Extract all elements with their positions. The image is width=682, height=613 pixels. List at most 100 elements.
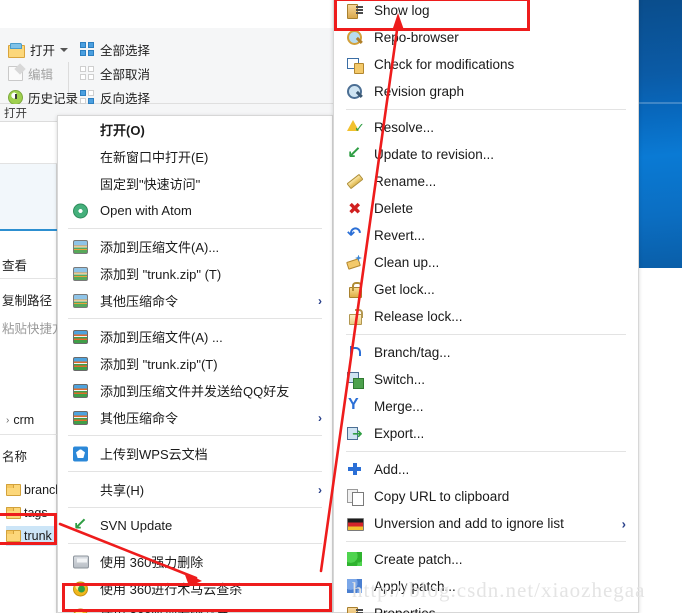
left-item-copy-path[interactable]: 复制路径 <box>2 290 52 309</box>
trunk-highlight-box <box>0 513 57 545</box>
add-icon <box>347 462 363 478</box>
screenshot-root: 打开 编辑 历史记录 全部选择 全部取消 反向选择 打开 查看 复制路径 粘贴快… <box>0 0 682 613</box>
menu-item-上传到wps云文档[interactable]: 上传到WPS云文档 <box>58 440 332 467</box>
menu-item-label: Check for modifications <box>374 57 515 72</box>
winrar2-icon <box>73 410 88 425</box>
left-item-view[interactable]: 查看 <box>2 255 27 274</box>
submenu-arrow-icon: › <box>318 293 322 308</box>
menu-item-添加到-trunk-zipt[interactable]: 添加到 "trunk.zip"(T) <box>58 350 332 377</box>
menu-item-添加到压缩文件a[interactable]: 添加到压缩文件(A) ... <box>58 323 332 350</box>
submenu-item-branch-tag[interactable]: Branch/tag... <box>334 339 638 366</box>
select-none-icon <box>80 66 95 81</box>
menu-item-使用-360强力删除[interactable]: 使用 360强力删除 <box>58 548 332 575</box>
menu-item-label: Revert... <box>374 228 426 243</box>
menu-separator <box>346 541 626 542</box>
submenu-item-revert[interactable]: Revert... <box>334 222 638 249</box>
cleanup-icon <box>347 255 363 271</box>
menu-item-label: 固定到"快速访问" <box>100 177 201 192</box>
menu-item-添加到压缩文件并发送给qq好友[interactable]: 添加到压缩文件并发送给QQ好友 <box>58 377 332 404</box>
desktop-wallpaper <box>636 0 682 268</box>
menu-item-label: Resolve... <box>374 120 435 135</box>
menu-item-添加到压缩文件a[interactable]: 添加到压缩文件(A)... <box>58 233 332 260</box>
menu-item-label: Clean up... <box>374 255 440 270</box>
ribbon-open-button[interactable]: 打开 <box>8 40 69 59</box>
submenu-item-unversion-and-add-to-ignore-list[interactable]: Unversion and add to ignore list › <box>334 510 638 537</box>
submenu-item-merge[interactable]: Merge... <box>334 393 638 420</box>
menu-item-label: Copy URL to clipboard <box>374 489 510 504</box>
ribbon-group-label: 打开 <box>4 108 27 120</box>
menu-item-label: 打开(O) <box>100 123 145 138</box>
repo-browser-icon <box>347 29 363 46</box>
submenu-item-export[interactable]: Export... <box>334 420 638 447</box>
menu-item-label: 添加到压缩文件(A) ... <box>100 330 223 345</box>
history-icon <box>8 90 23 105</box>
submenu-item-update-to-revision[interactable]: Update to revision... <box>334 141 638 168</box>
submenu-item-switch[interactable]: Switch... <box>334 366 638 393</box>
submenu-item-resolve[interactable]: Resolve... <box>334 114 638 141</box>
menu-item-固定到快速访问[interactable]: 固定到"快速访问" <box>58 170 332 197</box>
ribbon-select-all-button[interactable]: 全部选择 <box>80 40 150 59</box>
submenu-item-clean-up[interactable]: Clean up... <box>334 249 638 276</box>
menu-separator <box>68 228 322 229</box>
menu-item-其他压缩命令[interactable]: 其他压缩命令 › <box>58 404 332 431</box>
chevron-down-icon[interactable] <box>60 47 69 52</box>
update-revision-icon <box>347 143 363 163</box>
menu-separator <box>68 318 322 319</box>
menu-item-label: 添加到压缩文件并发送给QQ好友 <box>100 384 290 399</box>
ribbon-edit-label: 编辑 <box>28 68 54 82</box>
menu-item-label: 上传到WPS云文档 <box>100 447 208 462</box>
menu-item-其他压缩命令[interactable]: 其他压缩命令 › <box>58 287 332 314</box>
folder-icon <box>6 484 21 496</box>
menu-item-在新窗口中打开e[interactable]: 在新窗口中打开(E) <box>58 143 332 170</box>
menu-item-label: Unversion and add to ignore list <box>374 516 564 531</box>
show-log-highlight-box <box>334 0 530 31</box>
menu-item-label: Export... <box>374 426 425 441</box>
copy-url-icon <box>347 488 364 506</box>
export-icon <box>347 426 363 442</box>
menu-item-label: Rename... <box>374 174 437 189</box>
svn-update-icon <box>73 514 88 534</box>
submenu-item-copy-url-to-clipboard[interactable]: Copy URL to clipboard <box>334 483 638 510</box>
ribbon-select-all-label: 全部选择 <box>100 44 151 58</box>
menu-item-打开o[interactable]: 打开(O) <box>58 116 332 143</box>
ribbon-select-none-label: 全部取消 <box>100 68 151 82</box>
menu-item-label: SVN Update <box>100 518 173 533</box>
360-delete-icon <box>73 555 89 568</box>
submenu-item-revision-graph[interactable]: Revision graph <box>334 78 638 105</box>
submenu-item-release-lock[interactable]: Release lock... <box>334 303 638 330</box>
revert-icon <box>347 224 363 244</box>
submenu-item-get-lock[interactable]: Get lock... <box>334 276 638 303</box>
menu-item-label: 使用 360强力删除 <box>100 555 204 570</box>
context-menu: 打开(O) 在新窗口中打开(E) 固定到"快速访问" Open with Atom 添加… <box>57 115 333 613</box>
folder-open-icon <box>8 42 25 58</box>
tortoisesvn-submenu: Show log Repo-browser Check for modificati… <box>333 0 639 613</box>
menu-item-open-with-atom[interactable]: Open with Atom <box>58 197 332 224</box>
menu-item-label: Repo-browser <box>374 30 459 45</box>
submenu-item-rename[interactable]: Rename... <box>334 168 638 195</box>
rename-icon <box>347 174 363 190</box>
tree-item-branch[interactable]: branch <box>6 480 62 500</box>
chevron-right-icon: › <box>6 414 10 426</box>
menu-item-label: Delete <box>374 201 414 216</box>
menu-item-svn-update[interactable]: SVN Update <box>58 512 332 539</box>
submenu-item-add[interactable]: Add... <box>334 456 638 483</box>
submenu-arrow-icon: › <box>621 516 626 531</box>
column-header-name[interactable]: 名称 <box>2 446 27 465</box>
submenu-item-create-patch[interactable]: Create patch... <box>334 546 638 573</box>
left-panel-divider <box>0 278 57 279</box>
menu-item-label: 添加到 "trunk.zip"(T) <box>100 357 218 372</box>
menu-item-label: 共享(H) <box>100 483 145 498</box>
menu-item-label: Get lock... <box>374 282 435 297</box>
submenu-item-check-for-modifications[interactable]: Check for modifications <box>334 51 638 78</box>
menu-item-添加到-trunk-zip-t[interactable]: 添加到 "trunk.zip" (T) <box>58 260 332 287</box>
breadcrumb[interactable]: › crm <box>6 410 34 430</box>
menu-item-label: Merge... <box>374 399 424 414</box>
resolve-icon <box>347 119 365 136</box>
ribbon-select-none-button[interactable]: 全部取消 <box>80 64 150 83</box>
menu-separator <box>68 435 322 436</box>
menu-item-共享h[interactable]: 共享(H) › <box>58 476 332 503</box>
select-invert-icon <box>80 90 95 105</box>
winrar-icon <box>73 239 88 254</box>
menu-item-label: 其他压缩命令 <box>100 294 179 309</box>
submenu-item-delete[interactable]: Delete <box>334 195 638 222</box>
